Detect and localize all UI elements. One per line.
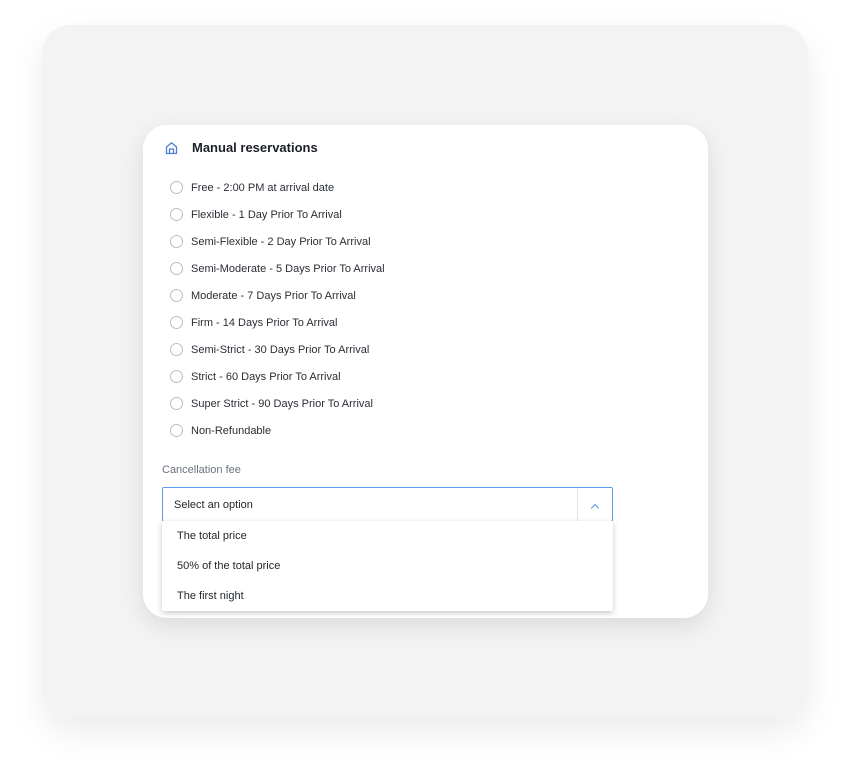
policy-option-label: Semi-Flexible - 2 Day Prior To Arrival	[191, 235, 371, 248]
radio-button[interactable]	[170, 370, 183, 383]
policy-option[interactable]: Moderate - 7 Days Prior To Arrival	[170, 282, 385, 309]
policy-option-label: Non-Refundable	[191, 424, 272, 437]
radio-button[interactable]	[170, 208, 183, 221]
dropdown-option[interactable]: The first night	[162, 581, 613, 611]
policy-option[interactable]: Firm - 14 Days Prior To Arrival	[170, 309, 385, 336]
policy-option[interactable]: Free - 2:00 PM at arrival date	[170, 174, 385, 201]
section-header: Manual reservations	[165, 140, 318, 155]
radio-button[interactable]	[170, 343, 183, 356]
radio-button[interactable]	[170, 289, 183, 302]
home-icon	[165, 141, 178, 155]
dropdown-option[interactable]: 50% of the total price	[162, 551, 613, 581]
radio-button[interactable]	[170, 397, 183, 410]
radio-button[interactable]	[170, 424, 183, 437]
dropdown-option[interactable]: The total price	[162, 521, 613, 551]
policy-option[interactable]: Non-Refundable	[170, 417, 385, 444]
radio-button[interactable]	[170, 262, 183, 275]
cancellation-fee-dropdown-menu: The total price 50% of the total price The…	[162, 521, 613, 611]
policy-option[interactable]: Strict - 60 Days Prior To Arrival	[170, 363, 385, 390]
policy-option[interactable]: Semi-Strict - 30 Days Prior To Arrival	[170, 336, 385, 363]
policy-option[interactable]: Super Strict - 90 Days Prior To Arrival	[170, 390, 385, 417]
policy-option-label: Semi-Moderate - 5 Days Prior To Arrival	[191, 262, 385, 275]
policy-option-label: Strict - 60 Days Prior To Arrival	[191, 370, 341, 383]
policy-option-label: Flexible - 1 Day Prior To Arrival	[191, 208, 342, 221]
policy-option-label: Moderate - 7 Days Prior To Arrival	[191, 289, 356, 302]
select-value: Select an option	[174, 498, 253, 511]
policy-option-label: Firm - 14 Days Prior To Arrival	[191, 316, 338, 329]
policy-option[interactable]: Semi-Flexible - 2 Day Prior To Arrival	[170, 228, 385, 255]
select-toggle-button[interactable]	[577, 488, 612, 521]
cancellation-fee-select[interactable]: Select an option	[162, 487, 613, 522]
radio-button[interactable]	[170, 316, 183, 329]
policy-option[interactable]: Semi-Moderate - 5 Days Prior To Arrival	[170, 255, 385, 282]
manual-reservations-card: Manual reservations Free - 2:00 PM at ar…	[143, 125, 708, 618]
policy-option[interactable]: Flexible - 1 Day Prior To Arrival	[170, 201, 385, 228]
policy-option-label: Free - 2:00 PM at arrival date	[191, 181, 335, 194]
section-title: Manual reservations	[192, 140, 318, 155]
radio-button[interactable]	[170, 235, 183, 248]
chevron-up-icon	[590, 496, 600, 514]
cancellation-policy-radio-group: Free - 2:00 PM at arrival date Flexible -…	[170, 174, 385, 444]
radio-button[interactable]	[170, 181, 183, 194]
policy-option-label: Semi-Strict - 30 Days Prior To Arrival	[191, 343, 370, 356]
cancellation-fee-label: Cancellation fee	[162, 464, 241, 476]
policy-option-label: Super Strict - 90 Days Prior To Arrival	[191, 397, 373, 410]
